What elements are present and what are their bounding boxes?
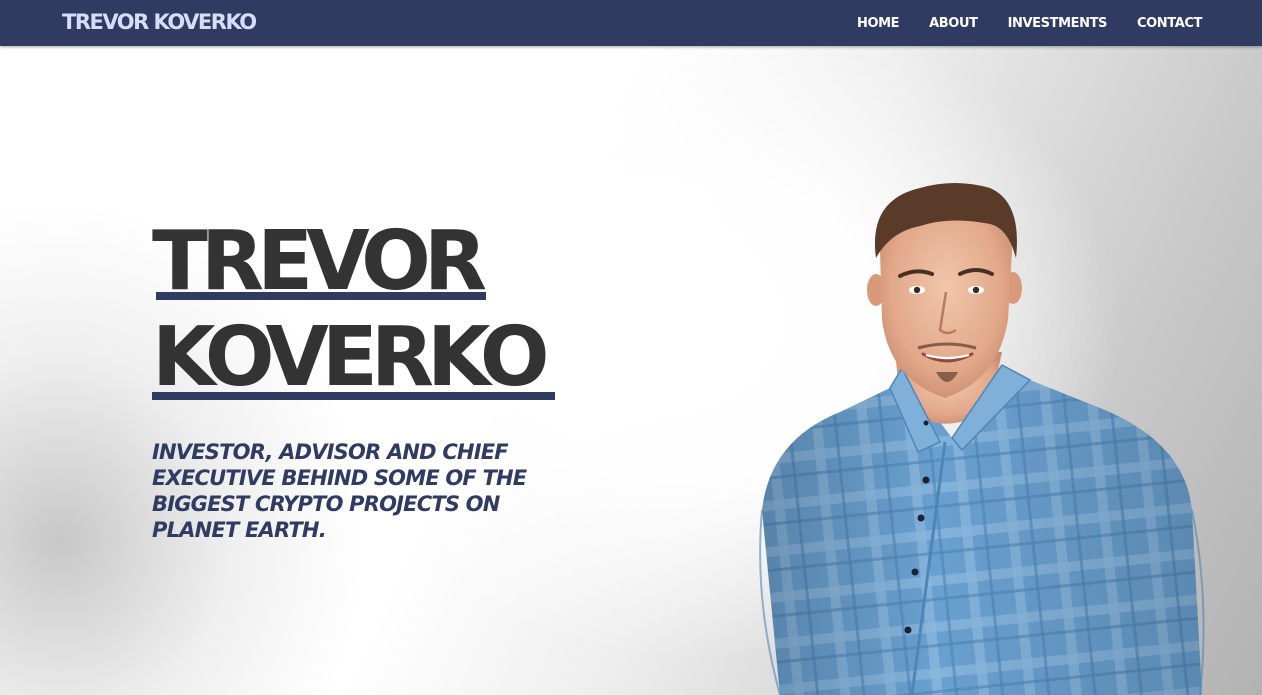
top-navbar: TREVOR KOVERKO HOME ABOUT INVESTMENTS CO…	[0, 0, 1262, 46]
hero-title-line-2: KOVERKO	[152, 310, 550, 405]
hero-tagline: INVESTOR, ADVISOR AND CHIEF EXECUTIVE BE…	[152, 440, 527, 542]
nav-link-home[interactable]: HOME	[857, 16, 900, 31]
hero-title: TREVOR KOVERKO	[152, 214, 550, 406]
brand-logo-link[interactable]: TREVOR KOVERKO	[62, 8, 257, 36]
person-portrait-photo	[740, 180, 1220, 695]
hero-title-line-1: TREVOR	[152, 214, 487, 309]
nav-link-about[interactable]: ABOUT	[929, 16, 978, 31]
page: TREVOR KOVERKO HOME ABOUT INVESTMENTS CO…	[0, 0, 1262, 695]
nav-links: HOME ABOUT INVESTMENTS CONTACT	[827, 0, 1202, 46]
nav-link-investments[interactable]: INVESTMENTS	[1008, 16, 1108, 31]
nav-link-contact[interactable]: CONTACT	[1137, 16, 1202, 31]
